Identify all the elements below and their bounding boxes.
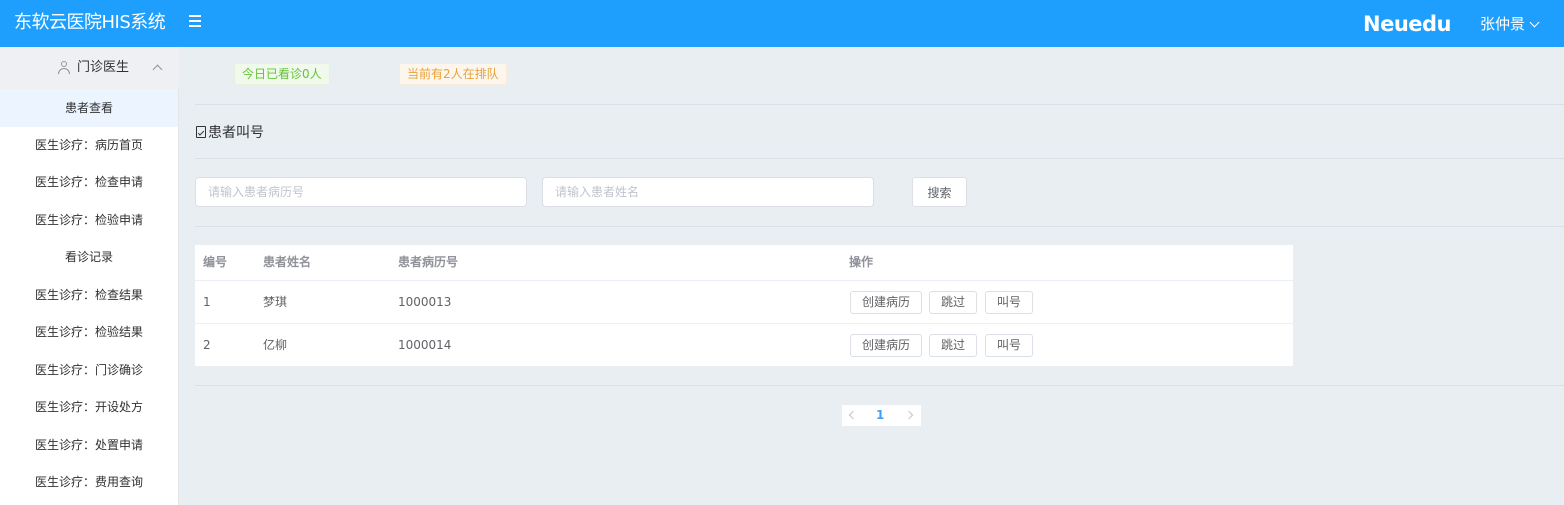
sidebar-item-lab-request[interactable]: 医生诊疗：检验申请 [0, 201, 178, 239]
record-number-input[interactable] [195, 177, 527, 207]
chevron-right-icon[interactable] [904, 410, 914, 420]
call-button[interactable]: 叫号 [985, 291, 1033, 314]
call-button[interactable]: 叫号 [985, 334, 1033, 357]
sidebar-item-diagnosis[interactable]: 医生诊疗：门诊确诊 [0, 351, 178, 389]
divider [195, 385, 1564, 386]
sidebar-item-treatment-request[interactable]: 医生诊疗：处置申请 [0, 426, 178, 464]
sidebar-item-exam-request[interactable]: 医生诊疗：检查申请 [0, 163, 178, 201]
sidebar: 门诊医生 患者查看 医生诊疗：病历首页 医生诊疗：检查申请 医生诊疗：检验申请 … [0, 47, 179, 505]
column-header-actions: 操作 [849, 255, 874, 269]
sidebar-item-visit-records[interactable]: 看诊记录 [0, 238, 178, 276]
search-button[interactable]: 搜索 [912, 177, 967, 207]
sidebar-item-patient-view[interactable]: 患者查看 [0, 89, 178, 127]
app-title: 东软云医院HIS系统 [14, 12, 166, 33]
divider [195, 104, 1564, 105]
cell-record: 1000013 [398, 295, 452, 309]
table-row: 1 梦琪 1000013 创建病历 跳过 叫号 [195, 281, 1293, 323]
sidebar-item-prescription[interactable]: 医生诊疗：开设处方 [0, 388, 178, 426]
cell-name: 梦琪 [263, 295, 288, 309]
menu-toggle-icon[interactable] [189, 14, 203, 28]
column-header-record: 患者病历号 [398, 255, 459, 269]
submenu-label: 门诊医生 [77, 60, 130, 75]
sidebar-item-lab-results[interactable]: 医生诊疗：检验结果 [0, 313, 178, 351]
chevron-down-icon [1529, 17, 1540, 28]
top-header: 东软云医院HIS系统 Neuedu 张仲景 [0, 0, 1564, 47]
patient-name-input[interactable] [542, 177, 874, 207]
user-name: 张仲景 [1480, 15, 1526, 33]
patient-table: 编号 患者姓名 患者病历号 操作 1 梦琪 1000013 创建病历 跳过 叫号… [195, 245, 1293, 366]
skip-button[interactable]: 跳过 [929, 291, 977, 314]
brand-logo: Neuedu [1363, 12, 1452, 36]
section-title-text: 患者叫号 [208, 125, 264, 141]
cell-record: 1000014 [398, 338, 452, 352]
pagination: 1 [842, 405, 921, 426]
create-record-button[interactable]: 创建病历 [850, 334, 922, 357]
divider [195, 226, 1564, 227]
user-menu[interactable]: 张仲景 [1480, 14, 1540, 34]
submenu-outpatient-doctor[interactable]: 门诊医生 [0, 47, 179, 89]
document-icon [196, 126, 206, 138]
main-content: 今日已看诊0人 当前有2人在排队 患者叫号 搜索 编号 患者姓名 患者病历号 操… [180, 47, 1564, 505]
chevron-up-icon [152, 64, 163, 75]
column-header-name: 患者姓名 [263, 255, 312, 269]
page-number[interactable]: 1 [876, 407, 884, 424]
table-row: 2 亿柳 1000014 创建病历 跳过 叫号 [195, 324, 1293, 366]
user-icon [58, 61, 70, 74]
sidebar-item-fee-query[interactable]: 医生诊疗：费用查询 [0, 463, 178, 501]
column-header-number: 编号 [203, 255, 228, 269]
cell-name: 亿柳 [263, 338, 288, 352]
divider [195, 158, 1564, 159]
sidebar-item-medical-record-home[interactable]: 医生诊疗：病历首页 [0, 126, 178, 164]
skip-button[interactable]: 跳过 [929, 334, 977, 357]
sidebar-item-exam-results[interactable]: 医生诊疗：检查结果 [0, 276, 178, 314]
create-record-button[interactable]: 创建病历 [850, 291, 922, 314]
seen-today-tag: 今日已看诊0人 [234, 63, 330, 85]
chevron-left-icon[interactable] [848, 410, 858, 420]
queue-tag: 当前有2人在排队 [399, 63, 507, 85]
cell-number: 1 [203, 295, 211, 309]
cell-number: 2 [203, 338, 211, 352]
section-title: 患者叫号 [196, 124, 264, 142]
